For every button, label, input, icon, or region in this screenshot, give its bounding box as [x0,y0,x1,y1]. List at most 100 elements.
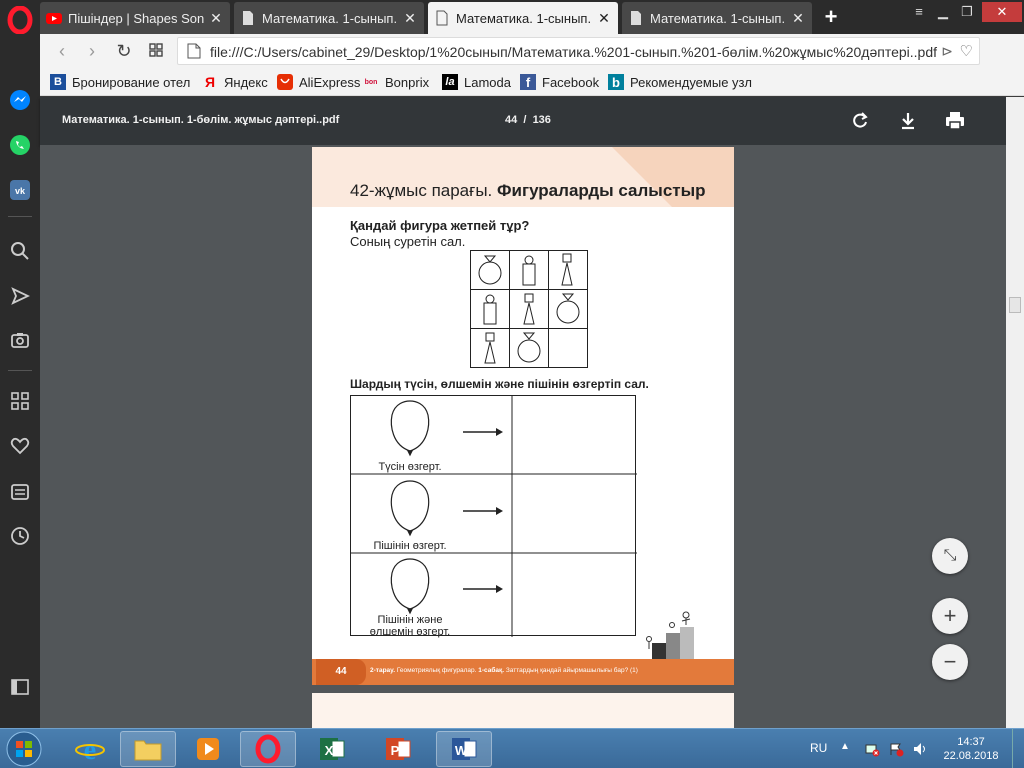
powerpoint-icon[interactable]: P [370,731,426,767]
show-desktop-button[interactable] [1012,729,1024,768]
bookmark-recommended[interactable]: b Рекомендуемые узл [608,72,752,92]
word-icon[interactable]: W [436,731,492,767]
caption-line: өлшемін өзгерт. [369,626,451,638]
bookmark-label: Бронирование отел [72,74,191,90]
footer-lesson: 1-сабақ. [478,667,505,674]
opera-taskbar-icon[interactable] [240,731,296,767]
history-icon[interactable] [8,524,32,548]
page-separator: / [523,114,527,126]
volume-icon[interactable] [912,741,928,757]
question-1-instruction: Соның суретін сал. [350,234,466,249]
bookmark-label: Lamoda [464,74,511,90]
search-icon[interactable] [8,239,32,263]
document-icon [436,10,448,26]
forward-icon[interactable]: › [80,39,104,63]
rectangle-shape-icon [522,255,536,286]
arrow-icon [463,507,503,515]
scrollbar-thumb[interactable] [1009,297,1021,313]
clock[interactable]: 14:37 22.08.2018 [940,735,1002,763]
back-icon[interactable]: ‹ [50,39,74,63]
messenger-icon[interactable] [8,88,32,112]
tabs-grid-icon[interactable] [144,39,168,63]
language-indicator[interactable]: RU [810,741,827,755]
tab-close-icon[interactable]: ✕ [596,10,612,27]
podium-illustration [646,611,694,659]
tab-close-icon[interactable]: ✕ [790,10,806,27]
page-current[interactable]: 44 [505,114,517,126]
svg-text:W: W [455,743,468,758]
start-button-icon[interactable] [2,730,46,768]
question-2: Шардың түсін, өлшемін және пішінін өзгер… [350,377,649,391]
pdf-toolbar: Математика. 1-сынып. 1-бөлім. жұмыс дәпт… [40,97,1006,145]
pdf-viewer[interactable]: 42-жұмыс парағы. Фигураларды салыстыр Қа… [40,145,1006,728]
bookmark-yandex[interactable]: Я Яндекс [202,72,268,92]
speed-dial-icon[interactable] [8,389,32,413]
bookmark-heart-icon[interactable]: ♡ [960,42,973,60]
zoom-out-button[interactable]: − [932,644,968,680]
tray-expand-icon[interactable]: ▲ [840,741,850,752]
yandex-icon: Я [204,74,216,90]
media-player-icon[interactable] [180,731,236,767]
tab-math-1[interactable]: Математика. 1-сынып. 1-б ✕ [234,2,424,34]
page-indicator: 44 / 136 [505,114,551,126]
facebook-icon: f [520,74,536,90]
tab-menu-icon[interactable]: ≡ [908,2,930,22]
page-total: 136 [532,114,551,126]
svg-text:e: e [84,735,96,764]
reload-icon[interactable]: ↻ [112,39,136,63]
network-error-icon[interactable] [864,741,880,757]
vertical-scrollbar[interactable] [1006,97,1024,728]
file-explorer-icon[interactable] [120,731,176,767]
vk-icon[interactable]: vk [8,178,32,202]
svg-text:vk: vk [15,186,26,196]
bookmark-label: Яндекс [224,74,268,90]
balloon-table [350,395,637,637]
print-icon[interactable] [943,109,967,133]
worksheet-title: 42-жұмыс парағы. Фигураларды салыстыр [350,181,706,201]
footer-lesson-title: Заттардың қандай айырмашылығы бар? (1) [505,667,638,674]
cone-shape-icon [523,293,535,325]
whatsapp-icon[interactable] [8,133,32,157]
action-center-icon[interactable] [888,741,904,757]
url-field[interactable]: file:///C:/Users/cabinet_29/Desktop/1%20… [177,37,980,65]
bookmark-aliexpress[interactable]: AliExpress [277,72,360,92]
tab-math-active[interactable]: Математика. 1-сынып. 1-б ✕ [428,2,618,34]
internet-explorer-icon[interactable]: e [62,731,118,767]
balloon-icon [390,400,430,457]
opera-logo-icon[interactable] [6,6,34,34]
close-window-icon[interactable]: ✕ [982,2,1022,22]
address-bar: ‹ › ↻ file:///C:/Users/cabinet_29/Deskto… [40,34,1024,68]
tab-close-icon[interactable]: ✕ [208,10,224,27]
new-tab-button[interactable]: + [820,4,842,30]
send-icon[interactable] [8,284,32,308]
rotate-icon[interactable] [848,109,872,133]
tab-math-3[interactable]: Математика. 1-сынып. 1-б ✕ [622,2,812,34]
footer-page-number: 44 [316,659,366,685]
tab-close-icon[interactable]: ✕ [402,10,418,27]
caption-line: Пішінін және [377,614,443,626]
heart-icon[interactable] [8,434,32,458]
news-icon[interactable] [8,480,32,504]
restore-icon[interactable]: ❐ [956,2,978,22]
opera-sidebar: vk [0,0,40,728]
minimize-icon[interactable]: ▁ [932,2,954,22]
bookmark-facebook[interactable]: f Facebook [520,72,599,92]
rectangle-shape-icon [483,294,497,325]
pdf-page: 42-жұмыс парағы. Фигураларды салыстыр Қа… [312,147,734,685]
sidebar-toggle-icon[interactable] [8,675,32,699]
fit-page-button[interactable]: ⤡ [932,538,968,574]
download-icon[interactable] [896,109,920,133]
zoom-in-button[interactable]: + [932,598,968,634]
caption-change-shape: Пішінін өзгерт. [373,540,447,552]
windows-taskbar: e X P W RU ▲ 14:37 22.08.2018 [0,728,1024,768]
bookmark-booking[interactable]: B Бронирование отел [50,72,190,92]
send-to-icon[interactable]: ⊳ [941,43,953,60]
bookmark-bonprix[interactable]: bon Bonprix [363,72,430,92]
tab-shapes-song[interactable]: Пішіндер | Shapes Song | ✕ [40,2,230,34]
arrow-icon [463,428,503,436]
excel-icon[interactable]: X [304,731,360,767]
bookmark-lamoda[interactable]: la Lamoda [442,72,511,92]
footer-chapter: 2-тарау. [370,667,396,674]
worksheet-topic: Фигураларды салыстыр [497,181,706,200]
camera-icon[interactable] [8,328,32,352]
